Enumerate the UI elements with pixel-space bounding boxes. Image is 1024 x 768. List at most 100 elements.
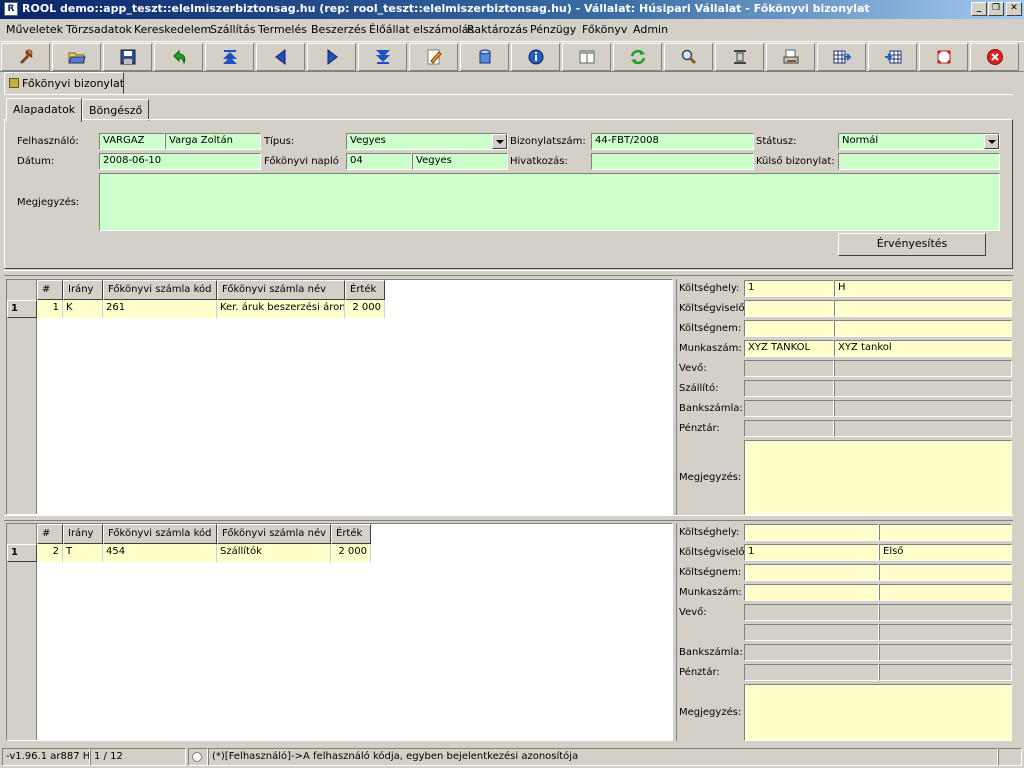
datum-field[interactable]: 2008-06-10 xyxy=(99,153,261,170)
koltsegnem-name-field[interactable] xyxy=(834,320,1012,337)
col-header-irany[interactable]: Irány xyxy=(63,524,103,544)
info-button[interactable] xyxy=(511,43,560,71)
extra-name-field xyxy=(879,624,1012,641)
cell-num[interactable]: 2 xyxy=(37,544,63,562)
splitter-bottom[interactable] xyxy=(4,515,1013,521)
menu-eloallat[interactable]: Élőállat elszámolás xyxy=(369,23,474,36)
col-header-nev[interactable]: Főkönyvi számla név xyxy=(217,280,345,300)
cell-nev[interactable]: Ker. áruk beszerzési áron xyxy=(217,300,345,318)
maximize-button[interactable] xyxy=(919,43,968,71)
megjegyzes-textarea[interactable] xyxy=(99,173,1000,231)
save-button[interactable] xyxy=(103,43,152,71)
col-header-nev[interactable]: Főkönyvi számla név xyxy=(217,524,331,544)
koltsegviselo-code-field[interactable]: 1 xyxy=(744,544,879,561)
cell-nev[interactable]: Szállítók xyxy=(217,544,331,562)
cell-num[interactable]: 1 xyxy=(37,300,63,318)
info-icon xyxy=(528,49,543,65)
menu-termeles[interactable]: Termelés xyxy=(258,23,307,36)
felhasznalo-name-field[interactable]: Varga Zoltán xyxy=(165,133,261,150)
koltseghely-label: Költséghely: xyxy=(679,527,740,538)
naplo-name-field[interactable]: Vegyes xyxy=(412,153,508,170)
first-record-button[interactable] xyxy=(205,43,254,71)
munkaszam-label: Munkaszám: xyxy=(679,343,742,354)
menu-muveletek[interactable]: Műveletek xyxy=(6,23,63,36)
menu-admin[interactable]: Admin xyxy=(633,23,668,36)
form-view-button[interactable] xyxy=(562,43,611,71)
print-preview-button[interactable] xyxy=(766,43,815,71)
koltseghely-code-field[interactable] xyxy=(744,524,879,541)
naplo-code-field[interactable]: 04 xyxy=(346,153,412,170)
tab-alapadatok[interactable]: Alapadatok xyxy=(6,98,83,122)
koltsegviselo-code-field[interactable] xyxy=(744,300,834,317)
menu-raktarozas[interactable]: Raktározás xyxy=(467,23,528,36)
menu-torzsadatok[interactable]: Törzsadatok xyxy=(66,23,132,36)
refresh-button[interactable] xyxy=(613,43,662,71)
koltsegnem-name-field[interactable] xyxy=(879,564,1012,581)
cell-ertek[interactable]: 2 000 xyxy=(345,300,385,318)
next-record-button[interactable] xyxy=(307,43,356,71)
tab-bongeszo[interactable]: Böngésző xyxy=(82,99,150,121)
munkaszam-name-field[interactable] xyxy=(879,584,1012,601)
open-button[interactable] xyxy=(52,43,101,71)
col-header-num[interactable]: # xyxy=(37,524,63,544)
close-window-button[interactable]: ✕ xyxy=(1006,2,1022,16)
menu-fokonyv[interactable]: Főkönyv xyxy=(582,23,627,36)
restore-button[interactable]: ❐ xyxy=(988,2,1004,16)
koltsegviselo-name-field[interactable] xyxy=(834,300,1012,317)
undo-button[interactable] xyxy=(154,43,203,71)
col-header-ertek[interactable]: Érték xyxy=(331,524,371,544)
splitter-top[interactable] xyxy=(4,270,1013,276)
chevron-down-icon[interactable] xyxy=(984,134,999,149)
database-button[interactable] xyxy=(460,43,509,71)
bankszamla-name-field xyxy=(834,400,1012,417)
grid-import-button[interactable] xyxy=(868,43,917,71)
cell-ertek[interactable]: 2 000 xyxy=(331,544,371,562)
cell-kod[interactable]: 261 xyxy=(103,300,217,318)
search-button[interactable] xyxy=(664,43,713,71)
col-header-irany[interactable]: Irány xyxy=(63,280,103,300)
koltseghely-name-field[interactable] xyxy=(879,524,1012,541)
cell-irany[interactable]: K xyxy=(63,300,103,318)
tools-button[interactable] xyxy=(1,43,50,71)
edit-button[interactable] xyxy=(409,43,458,71)
col-header-kod[interactable]: Főkönyvi számla kód xyxy=(103,280,217,300)
menu-kereskedelem[interactable]: Kereskedelem xyxy=(134,23,211,36)
kulso-bizonylat-field[interactable] xyxy=(838,153,1000,170)
bizonylatszam-field[interactable]: 44-FBT/2008 xyxy=(591,133,754,150)
window-title: ROOL demo::app_teszt::elelmiszerbiztonsa… xyxy=(22,2,870,15)
previous-record-button[interactable] xyxy=(256,43,305,71)
koltseghely-code-field[interactable]: 1 xyxy=(744,280,834,297)
side-megjegyzes-field[interactable] xyxy=(744,684,1012,741)
ervenyesites-button[interactable]: Érvényesítés xyxy=(838,233,986,256)
chevron-down-icon[interactable] xyxy=(492,134,507,149)
statusz-select[interactable]: Normál xyxy=(838,133,1000,150)
grid-add-button[interactable] xyxy=(817,43,866,71)
tipus-select[interactable]: Vegyes xyxy=(346,133,508,150)
col-header-num[interactable]: # xyxy=(37,280,63,300)
menu-penzugy[interactable]: Pénzügy xyxy=(530,23,576,36)
row-height-button[interactable] xyxy=(715,43,764,71)
minimize-button[interactable]: _ xyxy=(971,2,987,16)
row-header[interactable]: 1 xyxy=(7,300,37,318)
document-tab[interactable]: Főkönyvi bizonylat xyxy=(4,72,124,94)
koltseghely-name-field[interactable]: H xyxy=(834,280,1012,297)
cell-kod[interactable]: 454 xyxy=(103,544,217,562)
koltsegnem-code-field[interactable] xyxy=(744,564,879,581)
side-megjegyzes-field[interactable] xyxy=(744,440,1012,515)
col-header-kod[interactable]: Főkönyvi számla kód xyxy=(103,524,217,544)
menu-beszerzes[interactable]: Beszerzés xyxy=(311,23,366,36)
close-button[interactable] xyxy=(970,43,1019,71)
col-header-ertek[interactable]: Érték xyxy=(345,280,385,300)
cell-irany[interactable]: T xyxy=(63,544,103,562)
munkaszam-code-field[interactable]: XYZ TANKOL xyxy=(744,340,834,357)
resize-grip[interactable] xyxy=(998,748,1022,766)
felhasznalo-code-field[interactable]: VARGAZ xyxy=(99,133,165,150)
munkaszam-name-field[interactable]: XYZ tankol xyxy=(834,340,1012,357)
last-record-button[interactable] xyxy=(358,43,407,71)
row-header[interactable]: 1 xyxy=(7,544,37,562)
koltsegviselo-name-field[interactable]: Első xyxy=(879,544,1012,561)
menu-szallitas[interactable]: Szállítás xyxy=(210,23,255,36)
koltsegnem-code-field[interactable] xyxy=(744,320,834,337)
munkaszam-code-field[interactable] xyxy=(744,584,879,601)
hivatkozas-field[interactable] xyxy=(591,153,754,170)
